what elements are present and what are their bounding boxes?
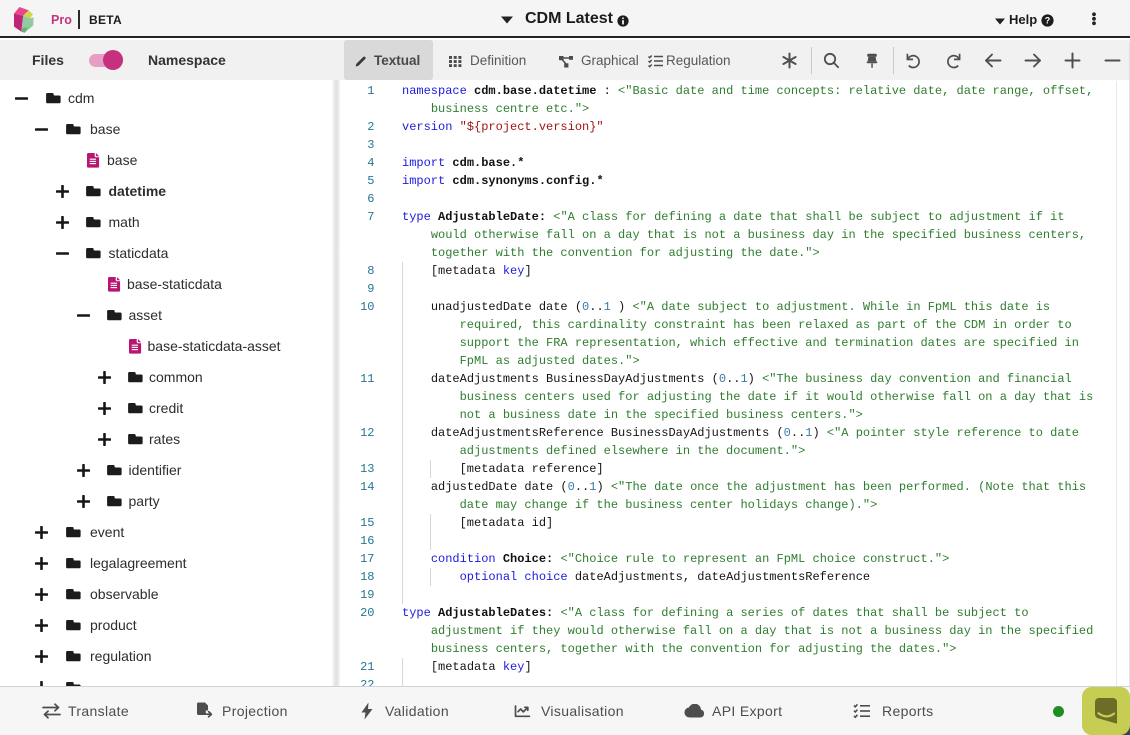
svg-text:?: ? [1045, 16, 1051, 26]
